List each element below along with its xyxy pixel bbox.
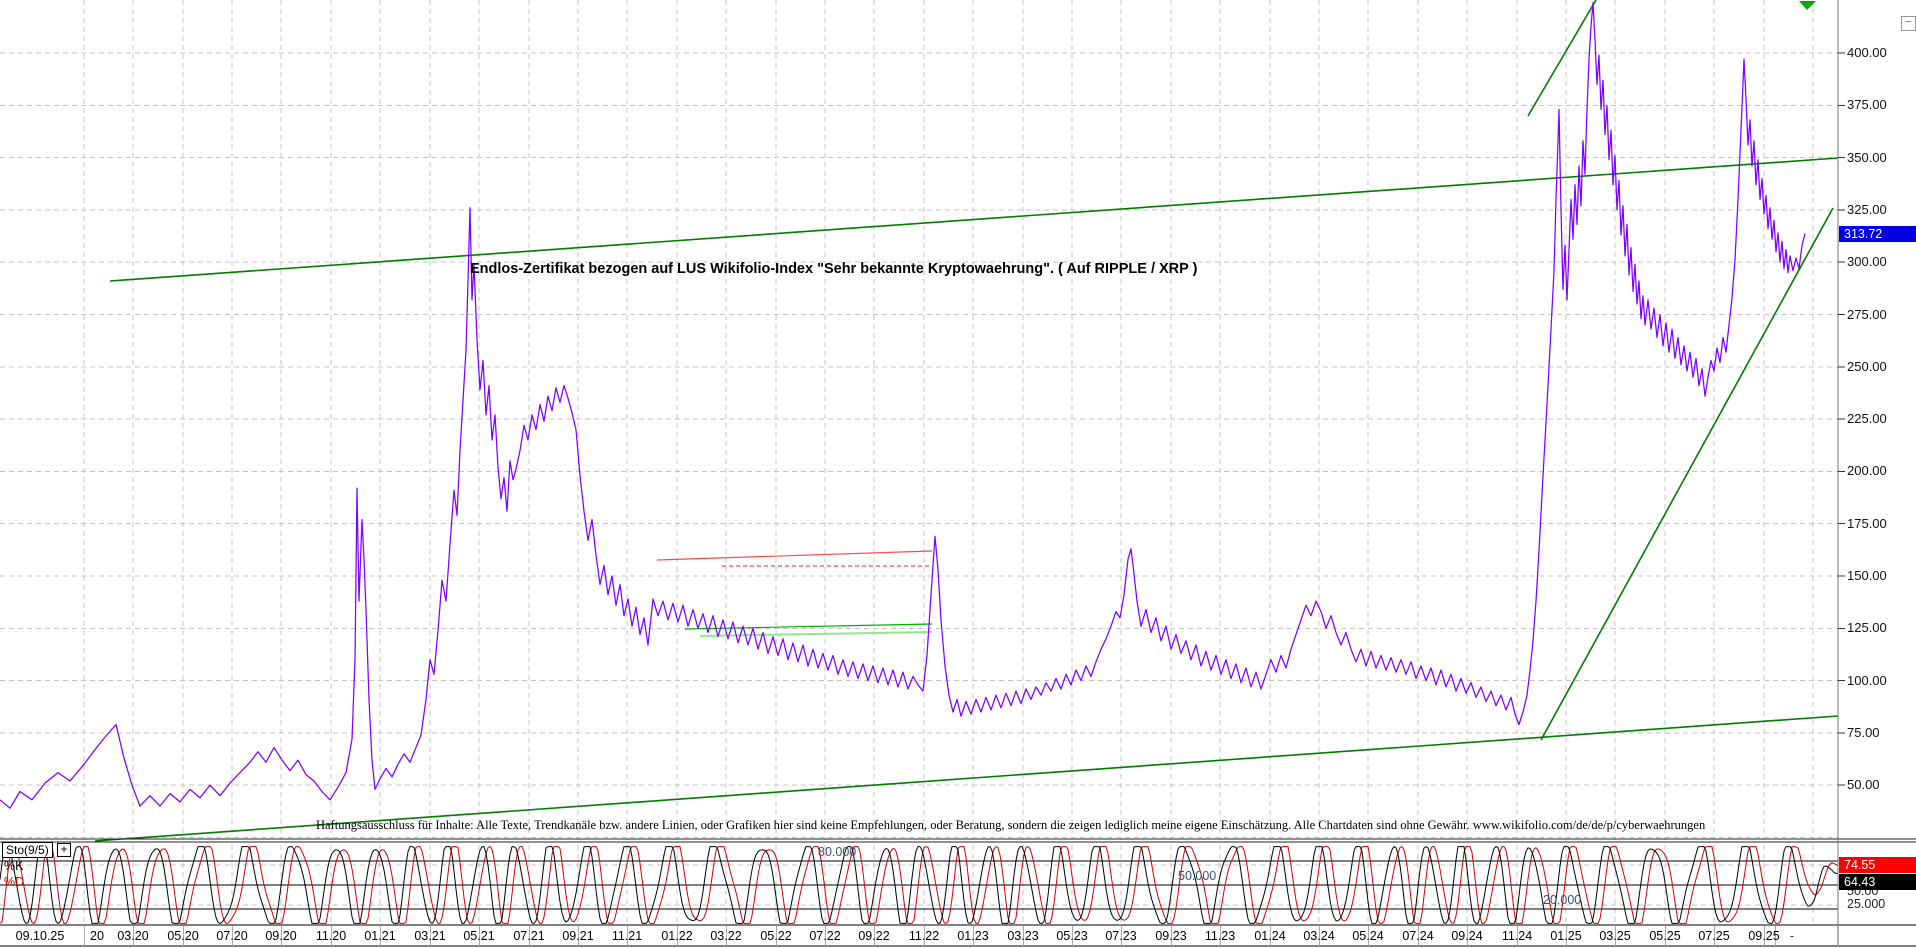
time-axis-label: 09.23: [1155, 929, 1187, 943]
price-line: [0, 2, 1806, 809]
osc-level-50-label: 50.000: [1178, 869, 1217, 883]
time-axis-separator: [1838, 926, 1839, 946]
time-axis-label: 09.20: [265, 929, 297, 943]
price-axis-label: 350.00: [1847, 149, 1887, 165]
osc-level-20-label: 20.000: [1543, 893, 1582, 907]
chart-window: Endlos-Zertifikat bezogen auf LUS Wikifo…: [0, 0, 1916, 948]
time-axis-label: 01.24: [1254, 929, 1286, 943]
red-resistance-solid: [656, 550, 933, 561]
price-axis-label: 300.00: [1847, 254, 1887, 270]
time-axis-label: 05.23: [1056, 929, 1088, 943]
price-chart-canvas[interactable]: [0, 0, 1916, 948]
stochastic-k-label: %K: [4, 859, 24, 873]
price-axis-label: 75.00: [1847, 724, 1880, 740]
time-axis-label: 05.25: [1649, 929, 1681, 943]
price-axis-label: 50.00: [1847, 777, 1880, 793]
time-axis-label: 03.25: [1599, 929, 1631, 943]
stochastic-d-value-tag: 74.55: [1839, 857, 1916, 873]
stochastic-d-label: %D: [4, 875, 25, 889]
time-axis-label: 01.23: [957, 929, 989, 943]
price-axis-label: 225.00: [1847, 411, 1887, 427]
time-axis-label: 03.20: [117, 929, 149, 943]
time-axis-label: 09.10.25: [15, 929, 65, 943]
price-axis-label: 150.00: [1847, 568, 1887, 583]
disclaimer-text: Haftungsausschluss für Inhalte: Alle Tex…: [316, 818, 1706, 832]
time-axis-label: 07.25: [1698, 929, 1730, 943]
price-axis-label: 175.00: [1847, 515, 1887, 531]
price-axis-label: 375.00: [1847, 97, 1887, 113]
time-axis-label: 11.23: [1204, 929, 1236, 943]
time-axis-label: 07.24: [1402, 929, 1434, 943]
time-axis-label: 09.25: [1748, 929, 1780, 943]
price-axis-label: 250.00: [1847, 358, 1887, 374]
time-axis-label: 05.20: [167, 929, 199, 943]
time-axis-label: 20: [90, 929, 104, 943]
price-axis-label: 325.00: [1847, 201, 1887, 217]
time-axis-label: 09.21: [562, 929, 594, 943]
time-axis-label: 03.23: [1007, 929, 1039, 943]
time-axis-label: 07.23: [1105, 929, 1137, 943]
time-axis-label: 09.24: [1451, 929, 1483, 943]
stochastic-k-value-tag: 64.43: [1839, 874, 1916, 890]
time-axis-label: 07.21: [513, 929, 545, 943]
price-axis-label: 400.00: [1847, 45, 1887, 60]
time-axis-label: 03.24: [1303, 929, 1335, 943]
steep-upper-line: [1527, 0, 1597, 117]
time-axis-label: 11.21: [611, 929, 643, 943]
trend-marker-triangle-icon: [1799, 1, 1816, 10]
time-axis-label: 01.21: [364, 929, 396, 943]
time-axis-label: 01.22: [661, 929, 693, 943]
indicator-label-sto[interactable]: Sto(9/5): [2, 842, 53, 858]
time-axis-label: 05.24: [1352, 929, 1384, 943]
time-axis-separator: [84, 926, 85, 946]
price-axis-label: 275.00: [1847, 306, 1887, 322]
time-axis-label: 03.22: [710, 929, 742, 943]
price-axis-label: 200.00: [1847, 463, 1887, 479]
axis-collapse-button[interactable]: −: [1901, 16, 1916, 31]
time-axis-label: 03.21: [414, 929, 446, 943]
time-axis-label: 09.22: [858, 929, 890, 943]
indicator-add-button[interactable]: +: [57, 843, 71, 857]
osc-level-80-label: 80.000: [818, 845, 857, 859]
time-axis-label: 07.20: [216, 929, 248, 943]
price-axis-label: 125.00: [1847, 620, 1887, 636]
time-axis-label: 05.21: [463, 929, 495, 943]
time-axis-label: 11.22: [908, 929, 940, 943]
time-axis-label: 11.20: [315, 929, 347, 943]
time-axis-label: 01.25: [1550, 929, 1582, 943]
time-axis-label: 11.24: [1501, 929, 1533, 943]
osc-axis-label-25: 25.000: [1847, 897, 1886, 911]
time-axis-label: 05.22: [760, 929, 792, 943]
lightgreen-support-short: [699, 631, 933, 637]
chart-title: Endlos-Zertifikat bezogen auf LUS Wikifo…: [470, 261, 1198, 277]
last-price-tag: 313.72: [1839, 226, 1916, 242]
timeline-zoom-out-button[interactable]: -: [1784, 929, 1800, 943]
time-axis-label: 07.22: [809, 929, 841, 943]
price-axis-label: 100.00: [1847, 672, 1887, 688]
steep-main-line: [1540, 207, 1834, 741]
